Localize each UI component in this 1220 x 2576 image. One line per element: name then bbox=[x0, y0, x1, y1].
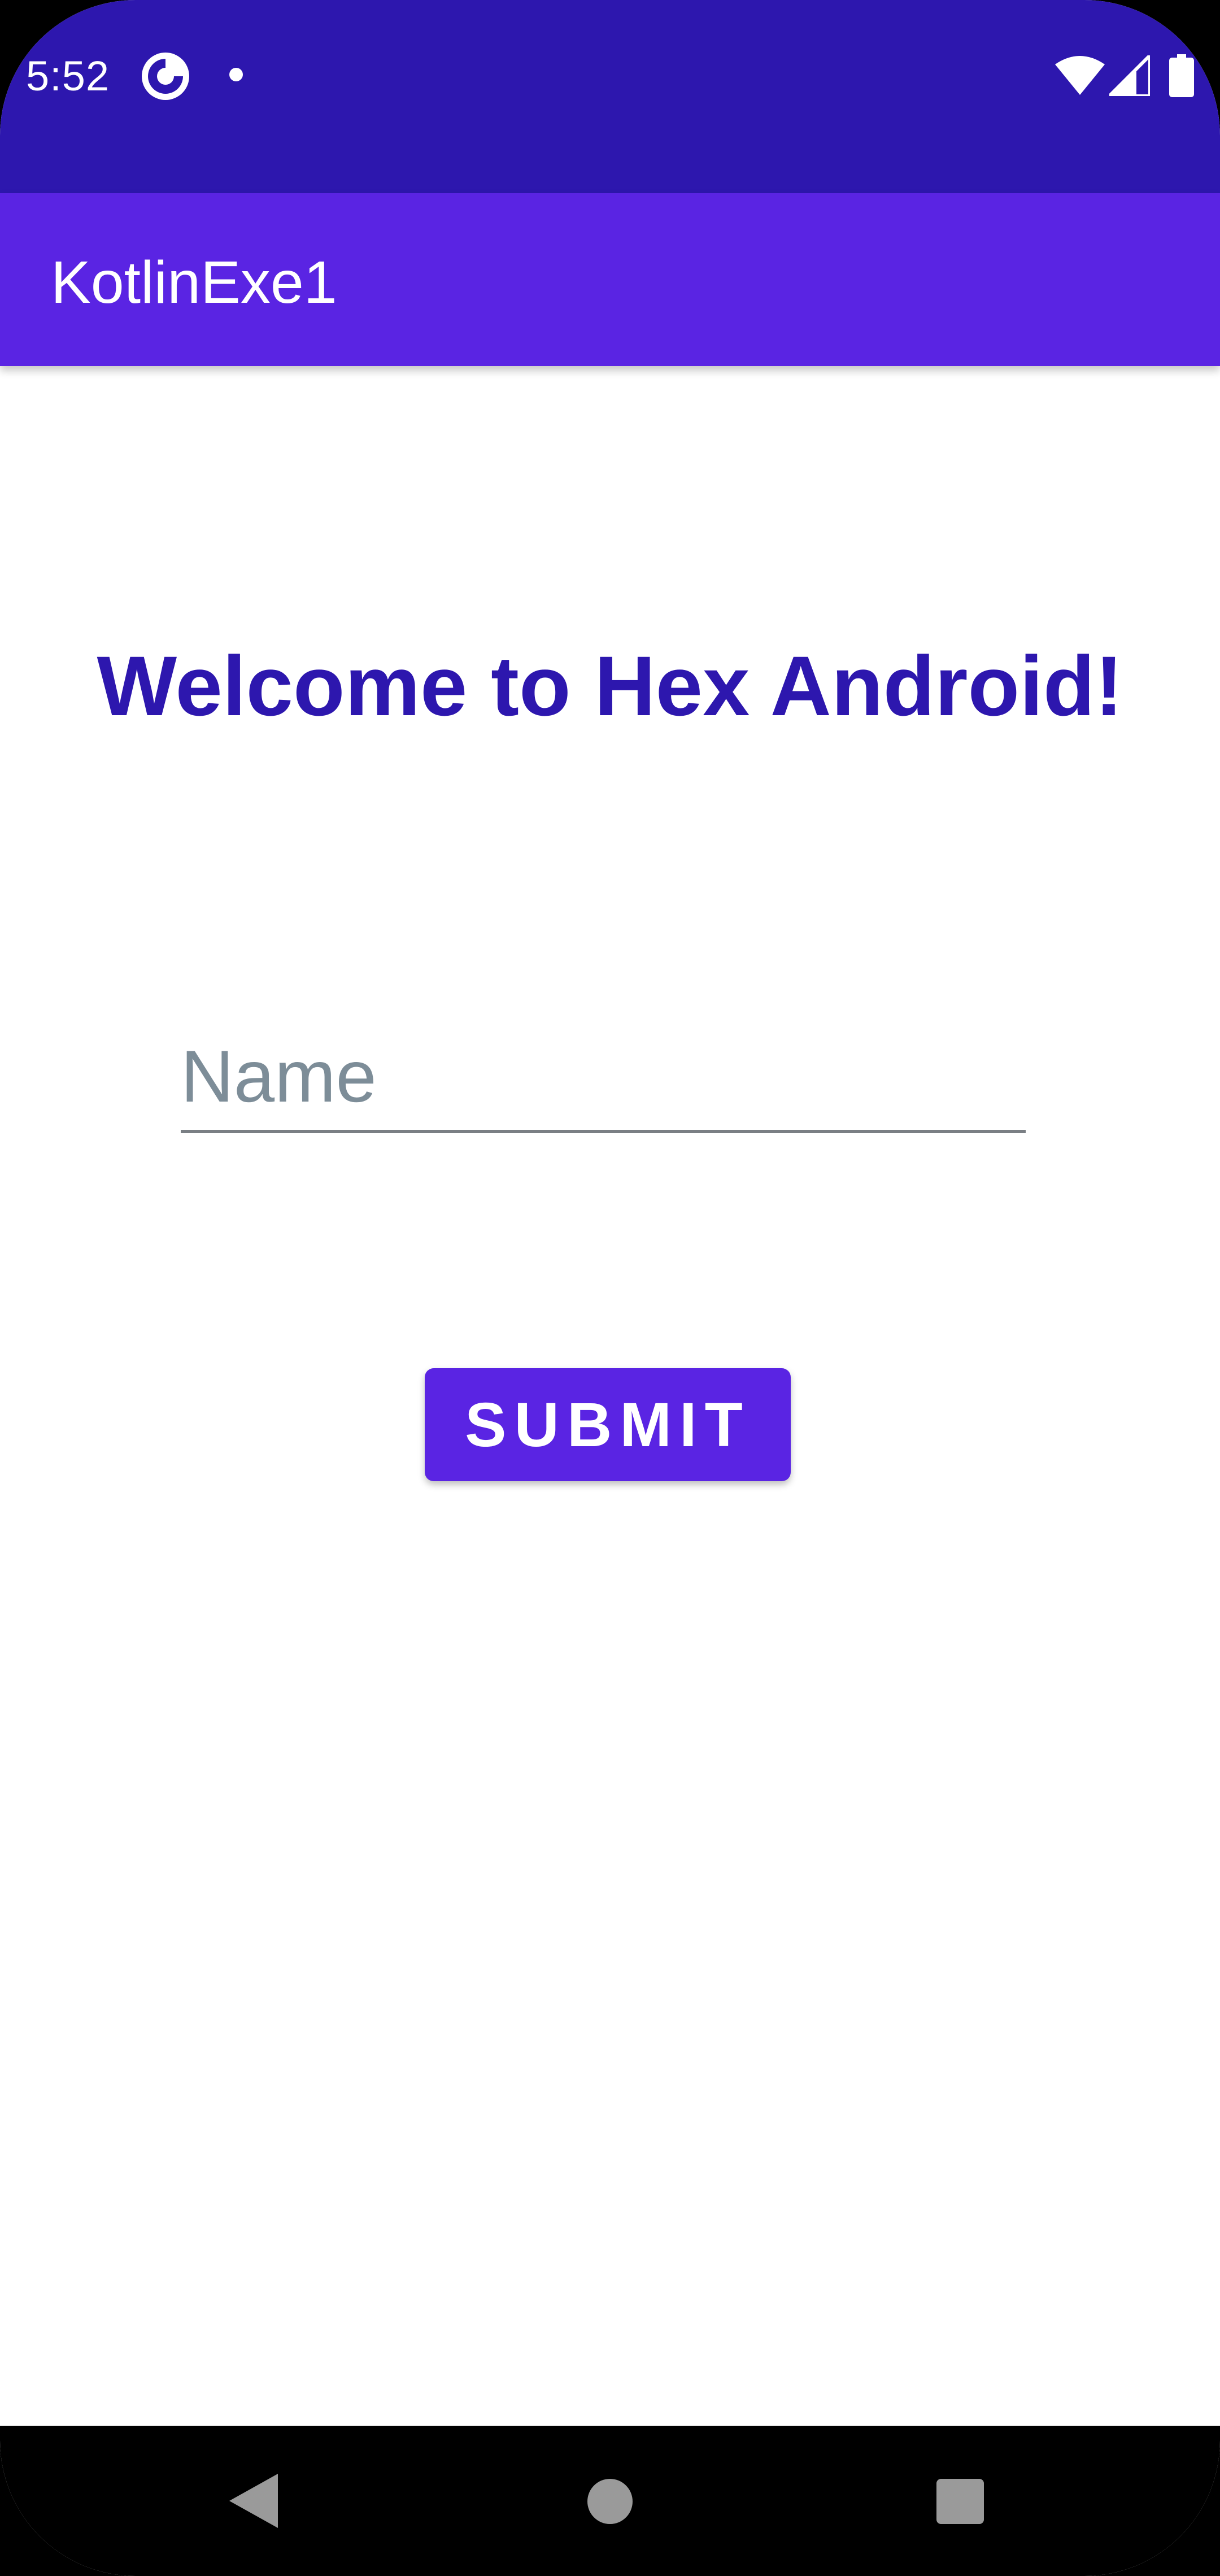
submit-button[interactable]: SUBMIT bbox=[425, 1368, 791, 1481]
name-input[interactable] bbox=[181, 1022, 1026, 1133]
home-icon[interactable] bbox=[587, 2479, 633, 2524]
phone-screen: 5:52 KotlinExe1 Welcome to Hex Android! … bbox=[0, 0, 1220, 2576]
signal-icon bbox=[1109, 55, 1150, 96]
status-time: 5:52 bbox=[26, 53, 110, 99]
app-notification-icon bbox=[142, 53, 189, 100]
app-title: KotlinExe1 bbox=[51, 249, 337, 316]
app-bar: KotlinExe1 bbox=[0, 193, 1220, 366]
back-icon[interactable] bbox=[229, 2474, 278, 2528]
dot-icon bbox=[229, 68, 243, 81]
navigation-bar bbox=[0, 2426, 1220, 2576]
recents-icon[interactable] bbox=[936, 2479, 984, 2524]
battery-icon bbox=[1169, 54, 1194, 97]
wifi-icon bbox=[1055, 56, 1105, 95]
welcome-heading: Welcome to Hex Android! bbox=[97, 638, 1123, 733]
status-bar: 5:52 bbox=[0, 0, 1220, 193]
